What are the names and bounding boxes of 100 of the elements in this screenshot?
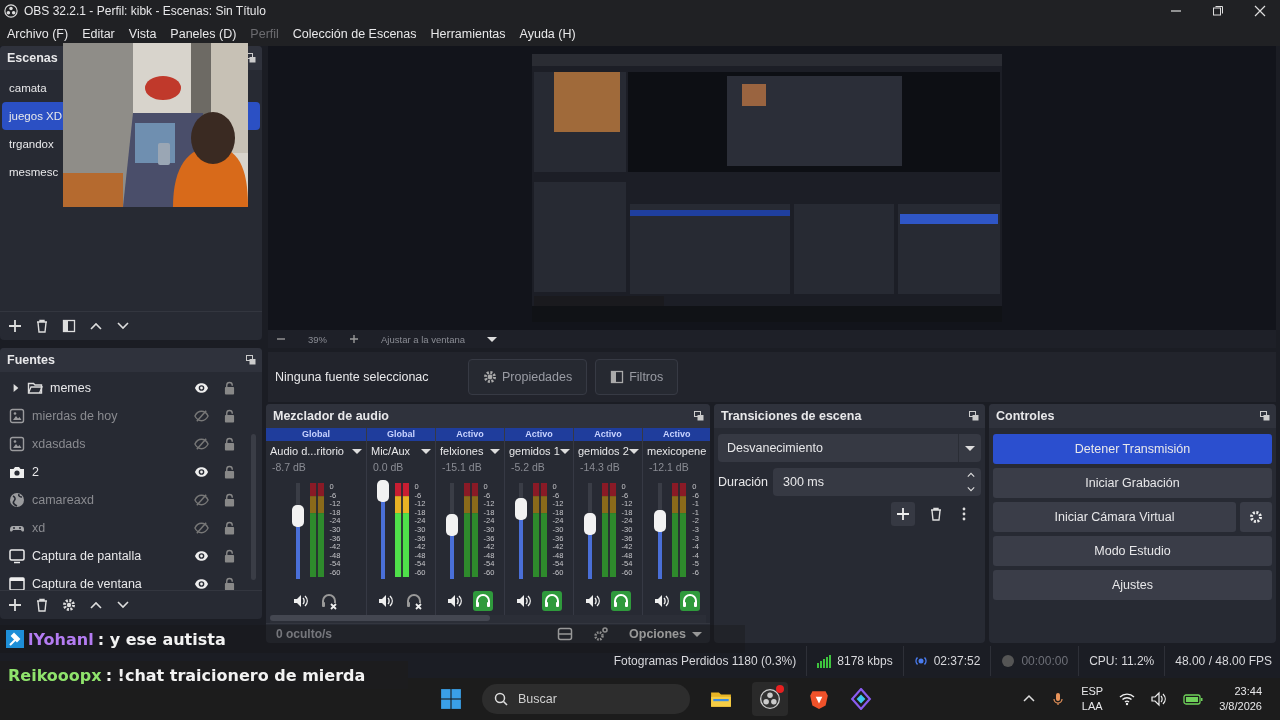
control-button[interactable]: Iniciar Grabación (993, 468, 1272, 498)
lock-icon[interactable] (224, 381, 235, 395)
menu-item[interactable]: Archivo (F) (7, 27, 69, 41)
source-name[interactable]: memes (50, 381, 187, 395)
speaker-icon[interactable] (378, 593, 394, 609)
source-name[interactable]: xd (32, 521, 187, 535)
volume-slider[interactable] (376, 483, 389, 579)
menu-item[interactable]: Herramientas (430, 27, 506, 41)
speaker-icon[interactable] (293, 593, 309, 609)
caret-icon[interactable] (487, 334, 497, 344)
lock-icon[interactable] (224, 521, 235, 535)
increment-icon[interactable] (967, 471, 975, 479)
source-name[interactable]: Captura de pantalla (32, 549, 187, 563)
app-logo-icon[interactable] (759, 688, 781, 710)
menu-item[interactable]: Editar (82, 27, 115, 41)
undock-icon[interactable] (1260, 411, 1270, 421)
speaker-icon[interactable] (1151, 691, 1168, 707)
control-button[interactable]: Ajustes (993, 570, 1272, 600)
search-field[interactable]: Buscar (482, 684, 690, 714)
speaker-icon[interactable] (516, 593, 532, 609)
add-icon[interactable] (8, 598, 22, 612)
volume-slider[interactable] (654, 483, 667, 579)
gears-icon[interactable] (593, 625, 610, 642)
keyboard-layout[interactable]: LAA (1081, 699, 1103, 714)
slider-thumb[interactable] (654, 510, 667, 533)
trash-icon[interactable] (35, 598, 49, 612)
add-icon[interactable] (8, 319, 22, 333)
lock-icon[interactable] (224, 409, 235, 423)
eye-icon[interactable] (194, 578, 209, 590)
battery-icon[interactable] (1183, 693, 1204, 705)
eye-slash-icon[interactable] (194, 410, 209, 422)
wifi-icon[interactable] (1119, 691, 1136, 707)
slider-thumb[interactable] (291, 504, 304, 527)
headphones-off-icon[interactable] (319, 591, 339, 611)
control-button[interactable]: Detener Transmisión (993, 434, 1272, 464)
close-icon[interactable] (1254, 5, 1266, 17)
speaker-icon[interactable] (447, 593, 463, 609)
scene-item[interactable]: trgandox (2, 130, 63, 158)
slider-thumb[interactable] (376, 479, 389, 502)
caret-icon[interactable] (352, 446, 362, 456)
expand-arrow-icon[interactable] (12, 384, 20, 392)
control-button[interactable]: Modo Estudio (993, 536, 1272, 566)
trash-icon[interactable] (929, 507, 943, 521)
settings-button[interactable] (1240, 502, 1272, 532)
speaker-icon[interactable] (653, 593, 670, 609)
undock-icon[interactable] (969, 411, 979, 421)
menu-item[interactable]: Ayuda (H) (519, 27, 576, 41)
lock-icon[interactable] (224, 493, 235, 507)
caret-icon[interactable] (628, 446, 639, 456)
transition-dropdown[interactable]: Desvanecimiento (718, 434, 981, 462)
filters-button[interactable]: Filtros (595, 359, 679, 395)
windows-logo-icon[interactable] (440, 688, 462, 710)
lion-shield-icon[interactable] (808, 688, 830, 710)
control-button[interactable]: Iniciar Cámara Virtual (993, 502, 1236, 532)
eye-slash-icon[interactable] (194, 494, 209, 506)
headphones-icon[interactable] (679, 591, 700, 611)
lock-icon[interactable] (224, 549, 235, 563)
microphone-icon[interactable] (1051, 692, 1066, 706)
slider-thumb[interactable] (445, 514, 458, 537)
fit-option[interactable]: Ajustar a la ventana (381, 333, 465, 345)
diamond-icon[interactable] (850, 688, 872, 710)
add-button[interactable] (891, 502, 915, 526)
clock-date[interactable]: 3/8/2026 (1219, 699, 1262, 714)
eye-icon[interactable] (194, 466, 209, 478)
source-name[interactable]: camareaxd (32, 493, 187, 507)
scene-item[interactable]: camata (2, 74, 63, 102)
source-name[interactable]: xdasdads (32, 437, 187, 451)
slider-thumb[interactable] (583, 513, 596, 536)
decrement-icon[interactable] (967, 485, 975, 493)
volume-slider[interactable] (445, 483, 458, 579)
menu-item[interactable]: Paneles (D) (170, 27, 237, 41)
lock-icon[interactable] (224, 465, 235, 479)
caret-icon[interactable] (559, 446, 570, 456)
source-name[interactable]: 2 (32, 465, 187, 479)
options-button[interactable]: Opciones (629, 626, 702, 641)
eye-icon[interactable] (194, 382, 209, 394)
slider-thumb[interactable] (514, 497, 527, 520)
source-name[interactable]: mierdas de hoy (32, 409, 187, 423)
restore-icon[interactable] (1212, 5, 1224, 17)
lock-icon[interactable] (224, 577, 235, 591)
scene-item[interactable]: juegos XD (2, 102, 63, 130)
volume-slider[interactable] (583, 483, 596, 579)
duration-field[interactable]: 300 ms (773, 468, 981, 496)
volume-slider[interactable] (514, 483, 527, 579)
properties-button[interactable]: Propiedades (468, 359, 588, 395)
menu-item[interactable]: Vista (128, 27, 157, 41)
settings-icon[interactable] (62, 598, 76, 612)
eye-slash-icon[interactable] (194, 438, 209, 450)
eye-slash-icon[interactable] (194, 522, 209, 534)
source-name[interactable]: Captura de ventana (32, 577, 187, 591)
caret-icon[interactable] (421, 446, 431, 456)
undock-icon[interactable] (246, 355, 256, 365)
volume-slider[interactable] (291, 483, 304, 579)
input-language[interactable]: ESP (1081, 684, 1104, 699)
menu-item[interactable]: Colección de Escenas (292, 27, 417, 41)
undock-icon[interactable] (694, 411, 704, 421)
layout-icon[interactable] (557, 625, 574, 642)
caret-icon[interactable] (490, 446, 500, 456)
zoom-in-icon[interactable] (349, 334, 359, 344)
scene-item[interactable]: mesmesc (2, 158, 63, 186)
